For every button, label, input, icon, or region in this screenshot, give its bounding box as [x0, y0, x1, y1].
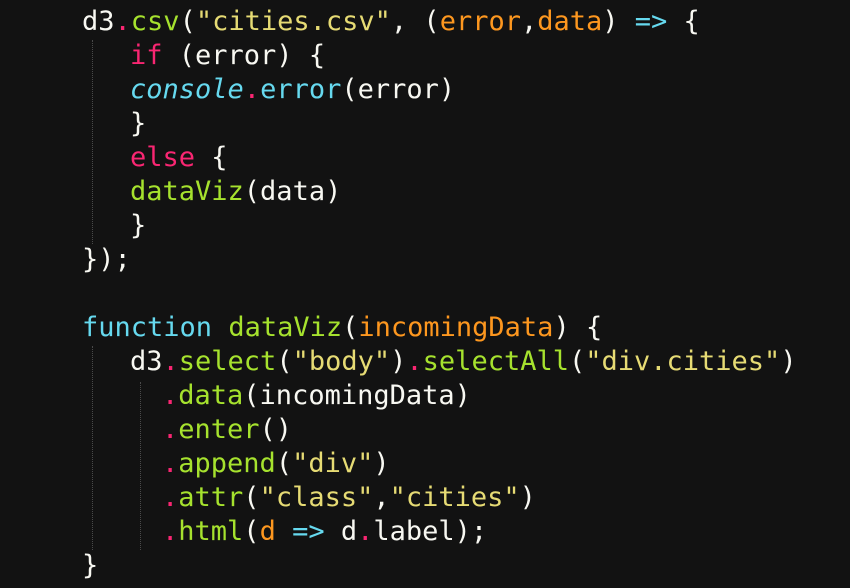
indent-guide: [140, 382, 141, 550]
code-token: =>: [634, 6, 668, 37]
code-token: label);: [373, 516, 488, 547]
code-token: }: [130, 108, 147, 139]
code-line[interactable]: dataViz(data): [130, 175, 341, 209]
code-token: .: [357, 516, 374, 547]
code-line[interactable]: d3.csv("cities.csv", (error,data) => {: [82, 5, 700, 39]
code-token: "div": [292, 448, 374, 479]
code-token: ): [373, 448, 390, 479]
code-line[interactable]: }: [130, 107, 146, 141]
code-token: .: [162, 448, 179, 479]
code-token: console: [130, 74, 244, 105]
code-token: csv: [130, 6, 180, 37]
code-token: dataViz: [228, 312, 343, 343]
code-token: (: [275, 448, 293, 479]
code-token: .: [162, 380, 179, 411]
code-line[interactable]: .append("div"): [162, 447, 390, 481]
code-token: "class": [259, 482, 374, 513]
indent-guide: [92, 346, 93, 550]
code-token: ): [390, 346, 407, 377]
code-token: (: [276, 346, 293, 377]
code-token: selectAll: [422, 346, 569, 377]
code-token: if: [130, 40, 163, 71]
code-token: , (: [390, 6, 440, 37]
code-token: function: [82, 312, 213, 343]
code-token: .: [243, 74, 261, 105]
code-token: (incomingData): [243, 380, 471, 411]
code-token: (: [568, 346, 586, 377]
code-token: (data): [243, 176, 342, 207]
code-token: .: [114, 6, 131, 37]
code-token: (: [243, 482, 260, 513]
code-token: ,: [520, 6, 538, 37]
code-line[interactable]: function dataViz(incomingData) {: [82, 311, 602, 345]
code-line[interactable]: .html(d => d.label);: [162, 515, 487, 549]
code-token: "cities.csv": [195, 6, 391, 37]
code-token: d3: [82, 6, 115, 37]
code-token: "cities": [389, 482, 520, 513]
code-token: enter: [178, 414, 260, 445]
code-token: (): [259, 414, 293, 445]
code-token: data: [537, 6, 603, 37]
code-token: {: [195, 142, 228, 173]
code-token: .: [162, 414, 179, 445]
code-line[interactable]: d3.select("body").selectAll("div.cities"…: [130, 345, 797, 379]
code-token: error: [260, 74, 342, 105]
code-token: (: [179, 6, 196, 37]
code-token: error: [439, 6, 521, 37]
code-token: ): [780, 346, 797, 377]
code-token: }: [82, 550, 99, 581]
code-line[interactable]: }: [130, 209, 146, 243]
code-token: (: [243, 516, 260, 547]
code-token: "div.cities": [585, 346, 781, 377]
code-line[interactable]: .data(incomingData): [162, 379, 471, 413]
code-token: attr: [178, 482, 244, 513]
code-token: (error): [341, 74, 456, 105]
code-token: incomingData: [358, 312, 554, 343]
code-line[interactable]: .attr("class","cities"): [162, 481, 536, 515]
code-line[interactable]: else {: [130, 141, 228, 175]
code-token: dataViz: [130, 176, 244, 207]
code-line[interactable]: if (error) {: [130, 39, 325, 73]
code-token: (error) {: [162, 40, 326, 71]
code-token: d: [259, 516, 276, 547]
code-editor[interactable]: d3.csv("cities.csv", (error,data) => { i…: [0, 0, 850, 588]
code-token: ): [602, 6, 635, 37]
code-token: d: [324, 516, 358, 547]
code-token: });: [82, 244, 131, 275]
code-token: "body": [292, 346, 391, 377]
code-token: data: [178, 380, 244, 411]
code-token: .: [162, 482, 179, 513]
indent-guide: [92, 40, 93, 244]
code-line[interactable]: console.error(error): [130, 73, 455, 107]
code-token: .: [162, 516, 179, 547]
code-line[interactable]: });: [82, 243, 131, 277]
code-token: =>: [292, 516, 325, 547]
code-line[interactable]: .enter(): [162, 413, 292, 447]
code-token: (: [342, 312, 359, 343]
code-token: .: [406, 346, 423, 377]
code-token: {: [667, 6, 700, 37]
code-token: ,: [373, 482, 390, 513]
code-token: append: [178, 448, 276, 479]
code-token: ) {: [553, 312, 603, 343]
code-token: .: [162, 346, 179, 377]
code-token: d3: [130, 346, 163, 377]
code-token: }: [130, 210, 147, 241]
code-token: select: [178, 346, 277, 377]
code-token: html: [178, 516, 244, 547]
code-token: ): [519, 482, 536, 513]
code-line[interactable]: }: [82, 549, 98, 583]
code-token: else: [130, 142, 196, 173]
